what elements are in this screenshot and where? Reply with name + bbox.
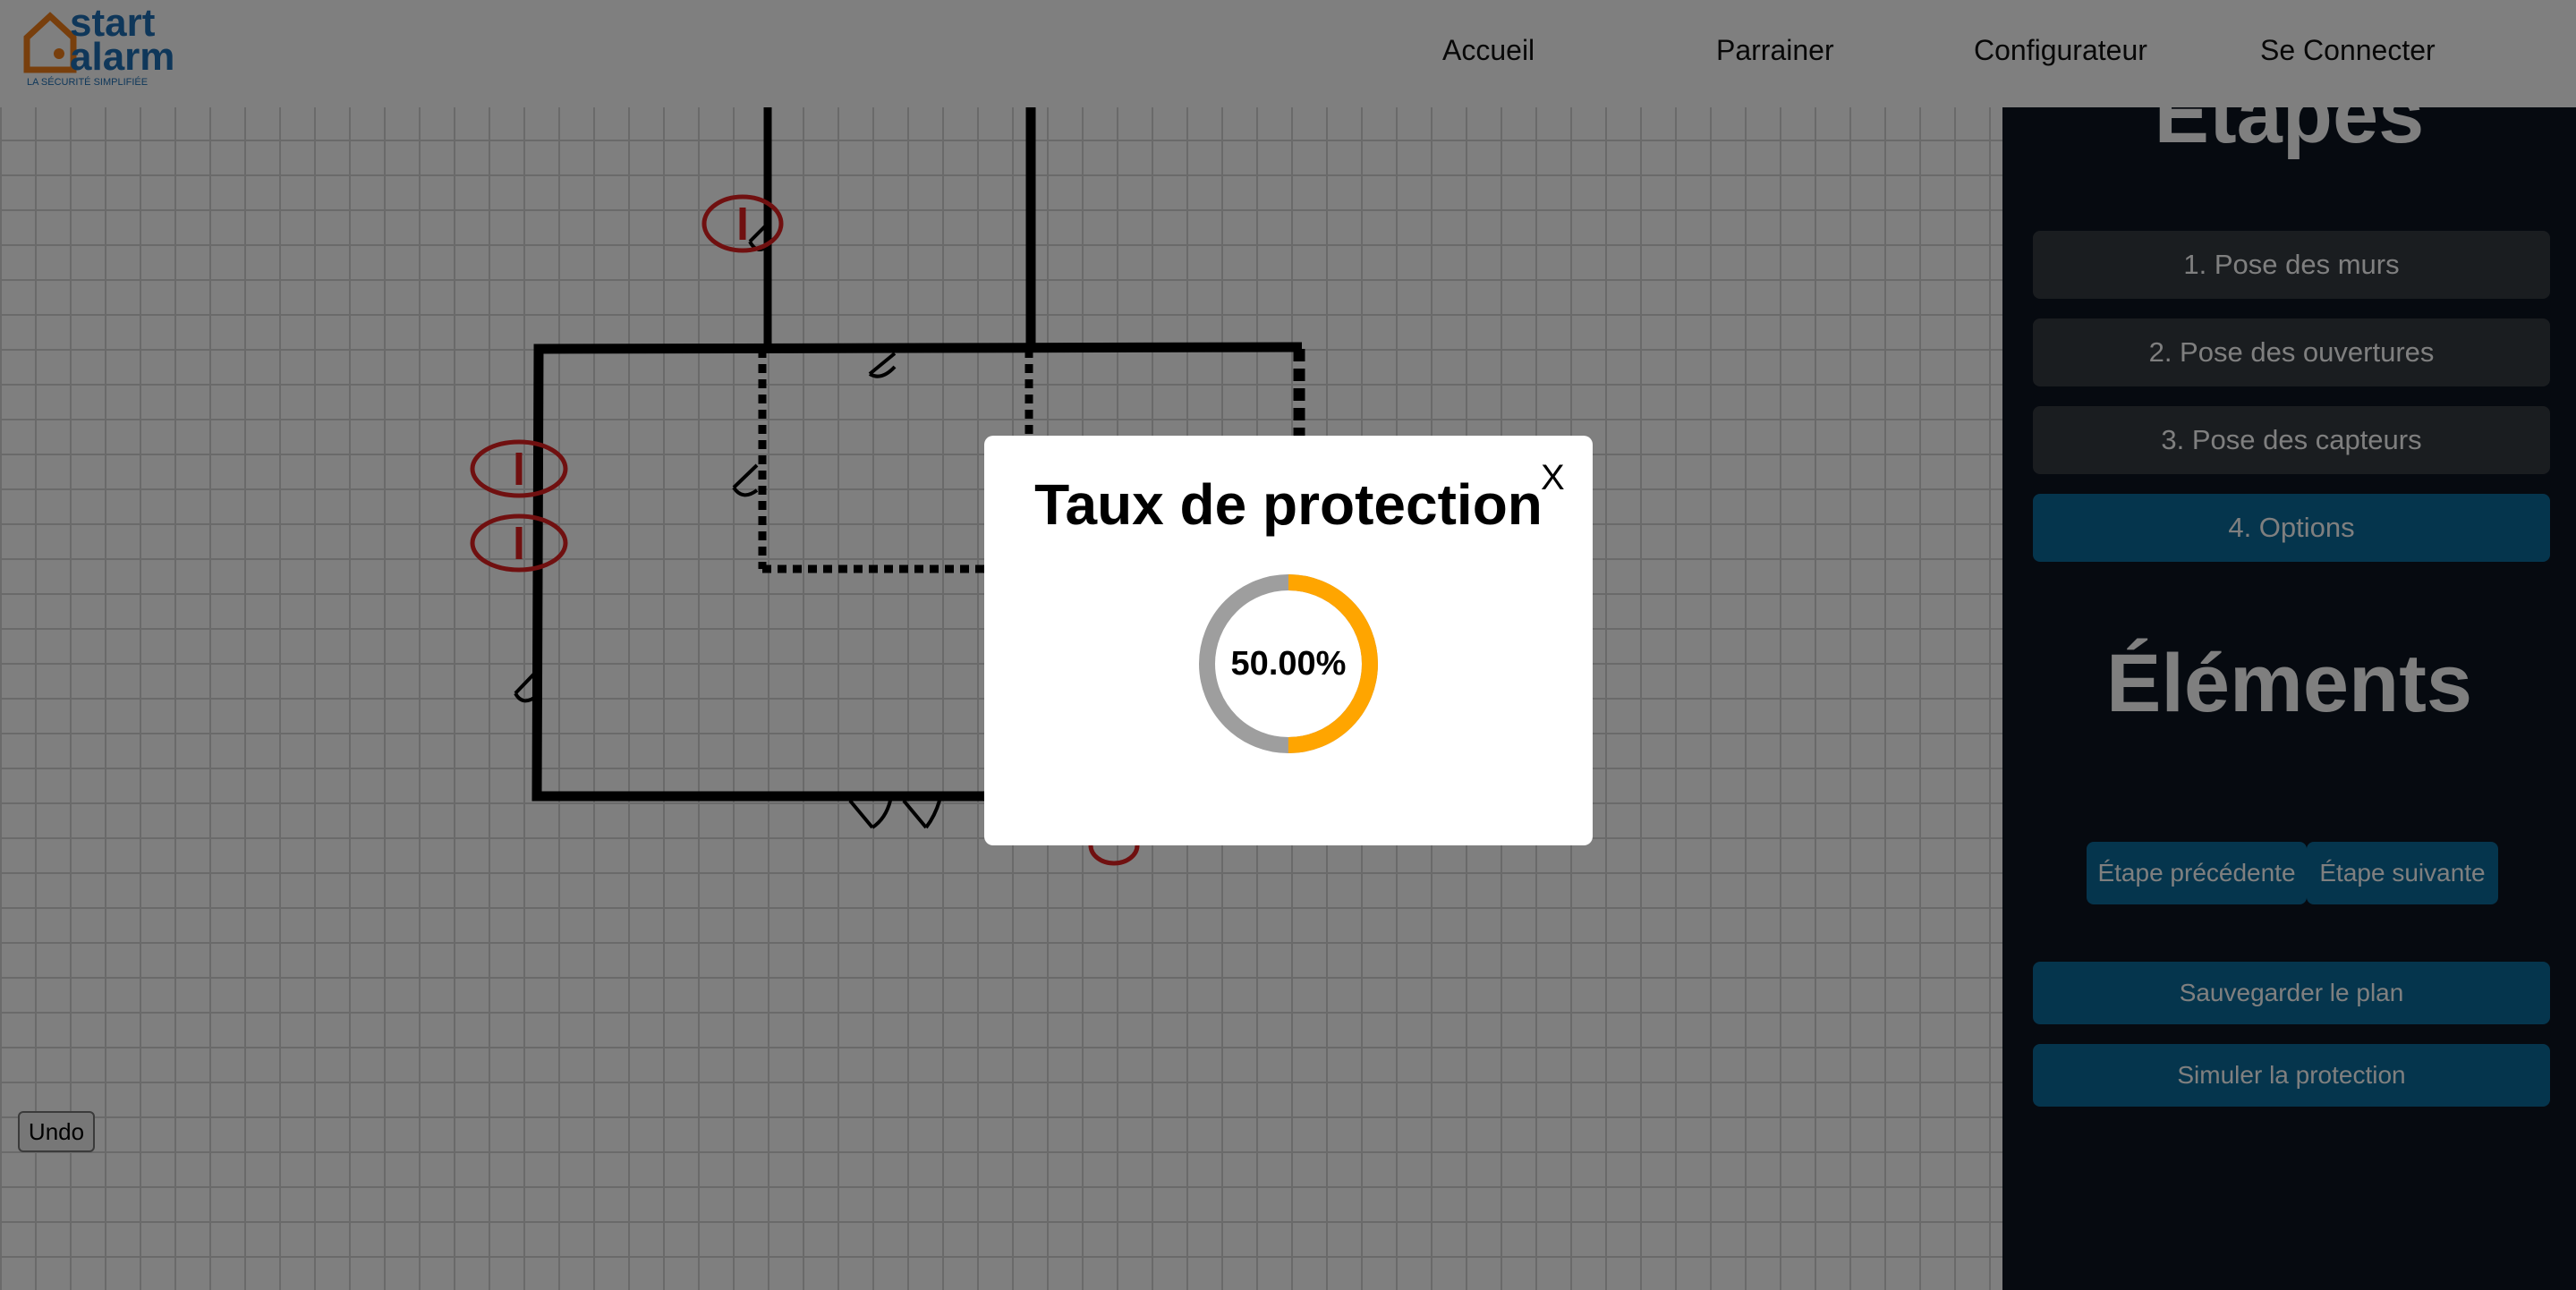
protection-percentage: 50.00% <box>1230 644 1347 683</box>
modal-title: Taux de protection <box>1034 472 1543 537</box>
close-button[interactable]: X <box>1541 457 1565 498</box>
protection-modal: Taux de protection X 50.00% <box>984 436 1593 845</box>
